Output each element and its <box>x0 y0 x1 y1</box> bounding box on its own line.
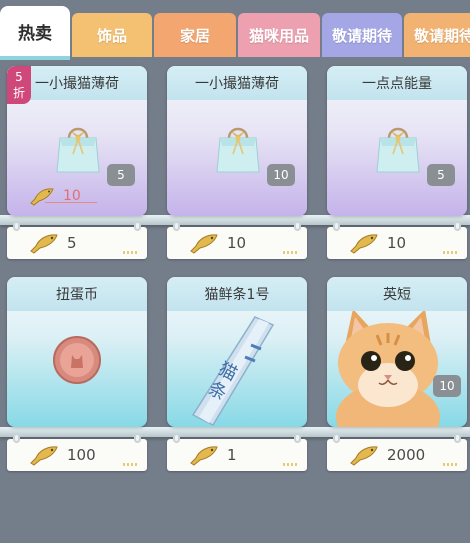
dried-fish-icon <box>30 446 58 466</box>
product-card[interactable]: 猫鲜条1号 猫 条 <box>167 277 307 427</box>
tag-decoration <box>123 251 139 254</box>
gift-bag-icon <box>216 127 260 173</box>
shelf-row-1 <box>0 215 470 225</box>
shelf-row-2 <box>0 427 470 437</box>
product-card[interactable]: 5 折 一小撮猫薄荷 5 10 <box>7 66 147 216</box>
dried-fish-icon <box>30 234 58 254</box>
price-tag[interactable]: 1 <box>167 433 307 471</box>
tab-label: 敬请期待 <box>413 26 470 45</box>
tab-accessories[interactable]: 饰品 <box>72 13 152 57</box>
original-price: 10 <box>29 186 81 206</box>
tab-label: 猫咪用品 <box>248 26 309 45</box>
tag-hole <box>294 433 301 443</box>
tag-decoration <box>443 251 459 254</box>
product-card[interactable]: 一点点能量 5 <box>327 66 467 216</box>
price-tag[interactable]: 10 <box>167 221 307 259</box>
price-value: 5 <box>67 234 77 252</box>
tag-decoration <box>443 463 459 466</box>
product-card[interactable]: 一小撮猫薄荷 10 <box>167 66 307 216</box>
price-tag[interactable]: 100 <box>7 433 147 471</box>
coin-icon <box>53 336 101 384</box>
dried-fish-icon <box>350 234 378 254</box>
product-title: 英短 <box>327 277 467 311</box>
product-card[interactable]: 英短 10 <box>327 277 467 427</box>
price-value: 100 <box>67 446 96 464</box>
product-title: 一小撮猫薄荷 <box>167 66 307 100</box>
tag-hole <box>333 433 340 443</box>
tab-label: 饰品 <box>96 26 127 45</box>
british-shorthair-cat-icon <box>336 309 440 427</box>
dried-fish-icon <box>190 446 218 466</box>
tag-hole <box>173 221 180 231</box>
dried-fish-icon <box>190 234 218 254</box>
tag-hole <box>333 221 340 231</box>
tab-hot-sale[interactable]: 热卖 <box>0 6 70 60</box>
gift-bag-icon <box>376 127 420 173</box>
price-value: 10 <box>387 234 407 252</box>
product-title: 一点点能量 <box>327 66 467 100</box>
tab-cat-supplies[interactable]: 猫咪用品 <box>238 13 320 57</box>
discount-unit: 折 <box>12 86 25 100</box>
strikethrough-line <box>45 202 97 203</box>
tab-home[interactable]: 家居 <box>154 13 236 57</box>
price-tag[interactable]: 10 <box>327 221 467 259</box>
price-tag[interactable]: 5 <box>7 221 147 259</box>
quantity-badge: 10 <box>267 164 295 186</box>
tag-hole <box>134 221 141 231</box>
tag-hole <box>454 433 461 443</box>
tag-hole <box>294 221 301 231</box>
product-title: 扭蛋币 <box>7 277 147 311</box>
tab-coming-soon-2[interactable]: 敬请期待 <box>404 13 470 57</box>
discount-badge: 5 折 <box>7 66 31 104</box>
tab-label: 敬请期待 <box>331 26 392 45</box>
gift-bag-icon <box>56 127 100 173</box>
dried-fish-icon <box>30 188 54 206</box>
price-value: 1 <box>227 446 237 464</box>
tag-decoration <box>283 463 299 466</box>
tag-hole <box>173 433 180 443</box>
tag-hole <box>13 433 20 443</box>
product-card[interactable]: 扭蛋币 <box>7 277 147 427</box>
tag-hole <box>134 433 141 443</box>
quantity-badge: 10 <box>433 375 461 397</box>
tab-coming-soon-1[interactable]: 敬请期待 <box>322 13 402 57</box>
tag-decoration <box>123 463 139 466</box>
price-value: 2000 <box>387 446 426 464</box>
tab-label: 家居 <box>179 26 210 45</box>
tab-label: 热卖 <box>18 23 52 44</box>
tag-decoration <box>283 251 299 254</box>
dried-fish-icon <box>350 446 378 466</box>
tag-hole <box>454 221 461 231</box>
quantity-badge: 5 <box>427 164 455 186</box>
discount-number: 5 <box>15 70 23 84</box>
quantity-badge: 5 <box>107 164 135 186</box>
product-title: 猫鲜条1号 <box>167 277 307 311</box>
price-tag[interactable]: 2000 <box>327 433 467 471</box>
price-value: 10 <box>227 234 247 252</box>
tag-hole <box>13 221 20 231</box>
category-tab-bar: 热卖 饰品 家居 猫咪用品 敬请期待 敬请期待 <box>0 0 470 60</box>
